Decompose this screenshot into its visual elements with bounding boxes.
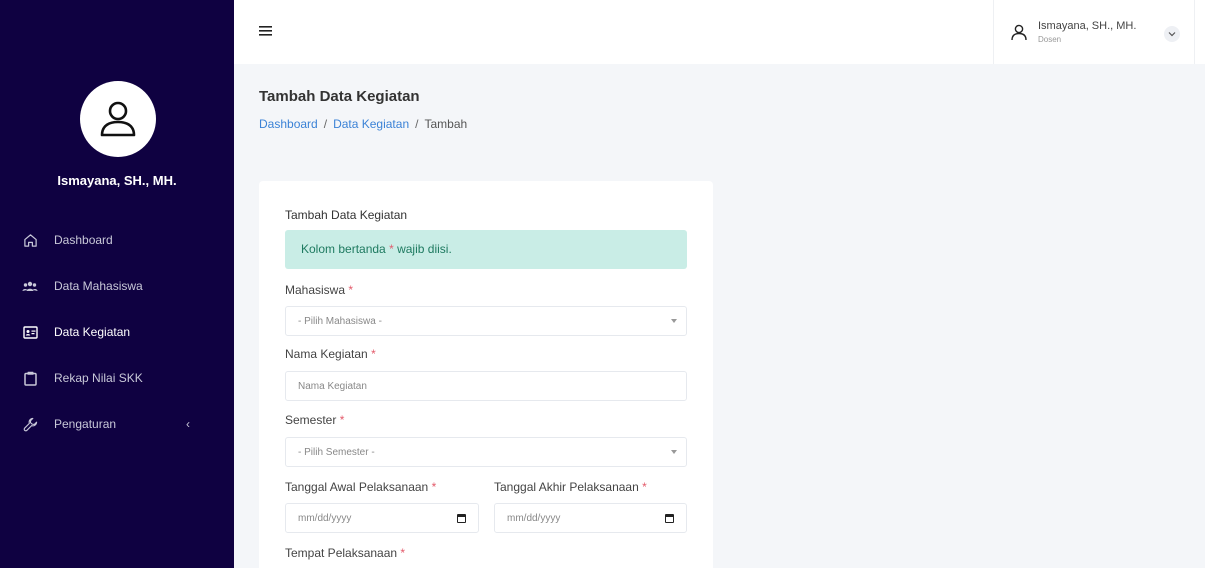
sidebar-item-data-mahasiswa[interactable]: Data Mahasiswa bbox=[0, 263, 234, 309]
user-icon bbox=[1011, 24, 1027, 41]
sidebar-user-name: Ismayana, SH., MH. bbox=[57, 173, 177, 188]
form-card: Tambah Data Kegiatan Kolom bertanda * wa… bbox=[259, 181, 713, 568]
breadcrumb-separator: / bbox=[323, 117, 328, 131]
semester-select[interactable]: - Pilih Semester - bbox=[285, 437, 687, 467]
topbar: Ismayana, SH., MH. Dosen bbox=[234, 0, 1205, 64]
semester-label: Semester * bbox=[285, 413, 345, 427]
topbar-user-role: Dosen bbox=[1038, 35, 1062, 44]
avatar bbox=[80, 81, 156, 157]
user-avatar-icon bbox=[100, 101, 136, 137]
wrench-icon bbox=[22, 416, 38, 432]
sidebar-nav: Dashboard Data Mahasiswa Data Kegiatan R… bbox=[0, 217, 234, 447]
tempat-pelaksanaan-label: Tempat Pelaksanaan * bbox=[285, 546, 406, 560]
sidebar-item-label: Data Kegiatan bbox=[54, 325, 131, 339]
card-title: Tambah Data Kegiatan bbox=[285, 208, 408, 222]
caret-down-icon bbox=[671, 319, 677, 323]
sidebar-item-label: Data Mahasiswa bbox=[54, 279, 143, 293]
tanggal-awal-input[interactable]: mm/dd/yyyy bbox=[285, 503, 479, 533]
caret-down-icon bbox=[671, 450, 677, 454]
id-card-icon bbox=[22, 324, 38, 340]
hamburger-icon bbox=[259, 26, 272, 36]
clipboard-icon bbox=[22, 370, 38, 386]
sidebar-item-label: Dashboard bbox=[54, 233, 113, 247]
calendar-icon[interactable] bbox=[665, 514, 674, 523]
mahasiswa-select[interactable]: - Pilih Mahasiswa - bbox=[285, 306, 687, 336]
sidebar-item-data-kegiatan[interactable]: Data Kegiatan bbox=[0, 309, 234, 355]
home-icon bbox=[22, 232, 38, 248]
breadcrumb-dashboard[interactable]: Dashboard bbox=[259, 117, 318, 131]
tanggal-akhir-label: Tanggal Akhir Pelaksanaan * bbox=[494, 480, 647, 494]
sidebar-item-dashboard[interactable]: Dashboard bbox=[0, 217, 234, 263]
nama-kegiatan-label: Nama Kegiatan * bbox=[285, 347, 376, 361]
breadcrumb-current: Tambah bbox=[424, 117, 468, 131]
users-icon bbox=[22, 278, 38, 294]
sidebar-item-rekap-nilai-skk[interactable]: Rekap Nilai SKK bbox=[0, 355, 234, 401]
required-notice-alert: Kolom bertanda * wajib diisi. bbox=[285, 230, 687, 269]
tanggal-awal-label: Tanggal Awal Pelaksanaan * bbox=[285, 480, 437, 494]
chevron-left-icon: ‹ bbox=[186, 417, 190, 431]
sidebar-item-label: Pengaturan bbox=[54, 417, 117, 431]
breadcrumb-separator: / bbox=[415, 117, 419, 131]
sidebar: Ismayana, SH., MH. Dashboard Data Mahasi… bbox=[0, 0, 234, 568]
breadcrumb-data-kegiatan[interactable]: Data Kegiatan bbox=[333, 117, 409, 131]
user-menu[interactable]: Ismayana, SH., MH. Dosen bbox=[993, 0, 1195, 64]
breadcrumb: Dashboard / Data Kegiatan / Tambah bbox=[259, 117, 467, 131]
page-title: Tambah Data Kegiatan bbox=[259, 88, 420, 105]
sidebar-item-label: Rekap Nilai SKK bbox=[54, 371, 143, 385]
nama-kegiatan-input[interactable]: Nama Kegiatan bbox=[285, 371, 687, 401]
menu-toggle-button[interactable] bbox=[259, 24, 275, 40]
tanggal-akhir-input[interactable]: mm/dd/yyyy bbox=[494, 503, 687, 533]
calendar-icon[interactable] bbox=[457, 514, 466, 523]
topbar-user-name: Ismayana, SH., MH. bbox=[1038, 20, 1137, 32]
mahasiswa-label: Mahasiswa * bbox=[285, 283, 354, 297]
chevron-down-icon[interactable] bbox=[1164, 26, 1180, 42]
sidebar-item-pengaturan[interactable]: Pengaturan ‹ bbox=[0, 401, 234, 447]
